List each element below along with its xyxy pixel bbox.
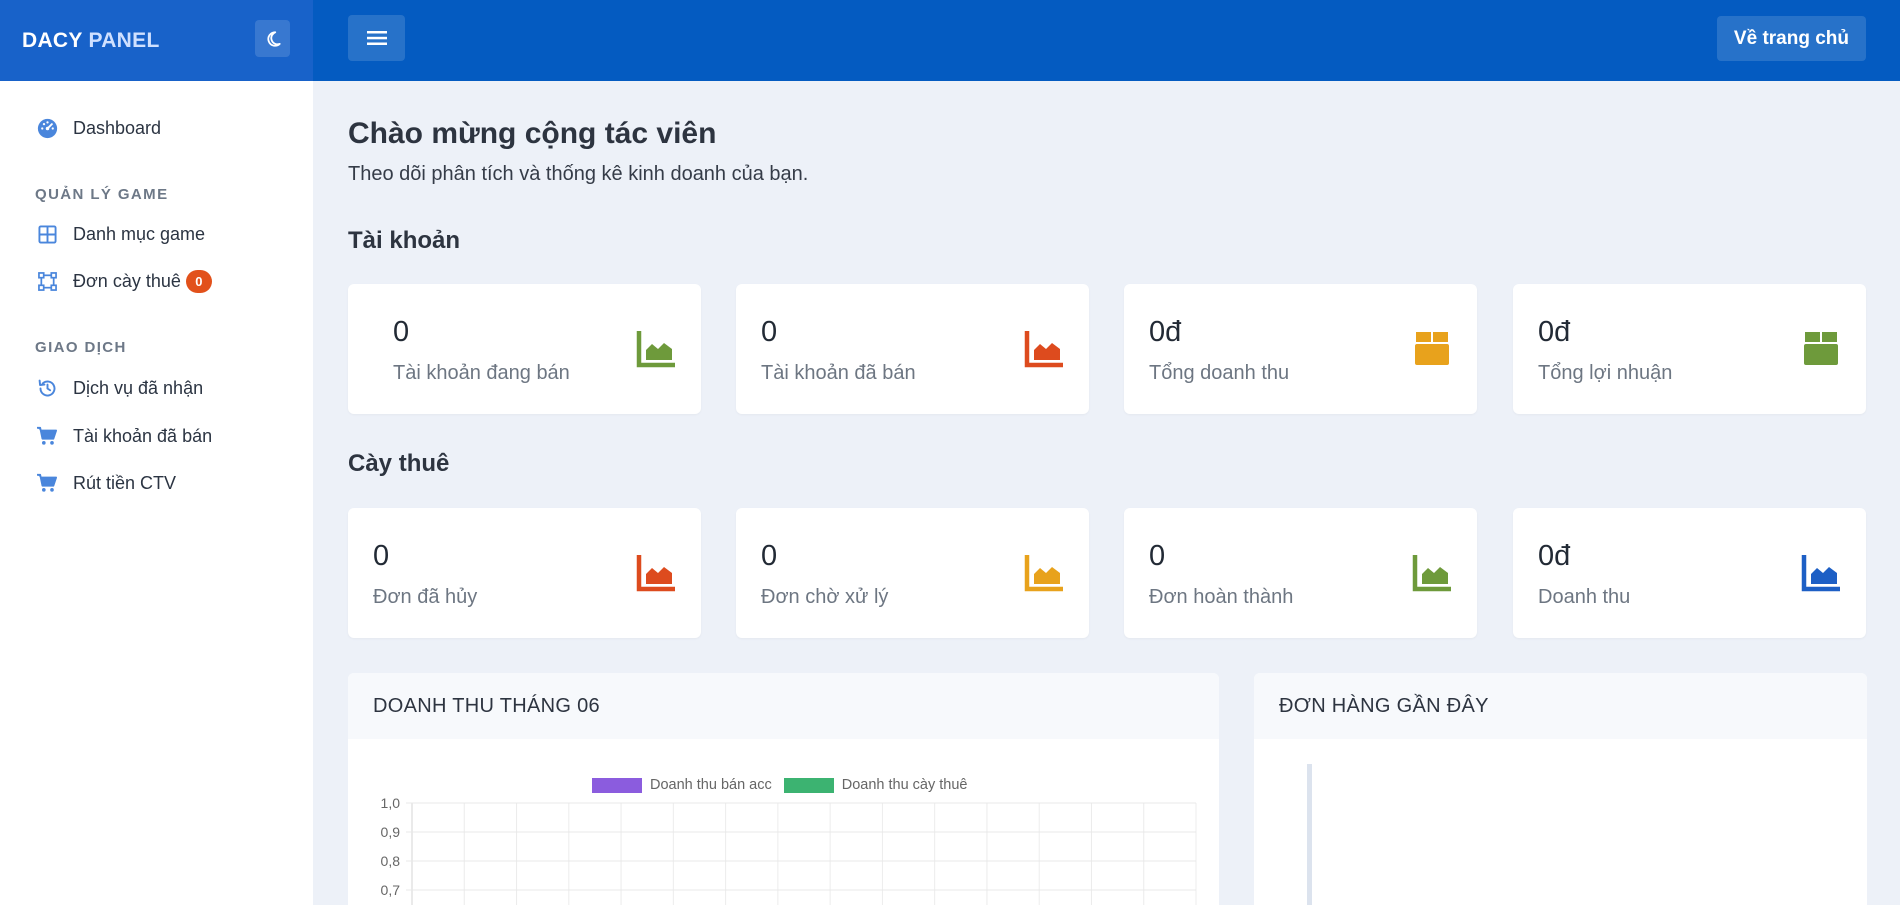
stat-label: Tổng lợi nhuận bbox=[1538, 362, 1673, 384]
sidebar-item-label: Đơn cày thuê bbox=[73, 271, 181, 291]
legend-swatch bbox=[783, 777, 834, 793]
vector-square-icon bbox=[36, 271, 58, 293]
stat-card-orders-pending: 0 Đơn chờ xử lý bbox=[736, 508, 1089, 638]
brand-bar: DACY PANEL bbox=[0, 0, 313, 81]
panel-title: ĐƠN HÀNG GẦN ĐÂY bbox=[1254, 673, 1867, 739]
sidebar-section-transactions: GIAO DỊCH bbox=[35, 339, 127, 356]
boost-section-title: Cày thuê bbox=[348, 450, 450, 477]
stat-value: 0đ bbox=[1538, 316, 1571, 348]
area-chart-icon bbox=[1412, 555, 1451, 592]
sidebar-item-label: Danh mục game bbox=[73, 223, 206, 244]
page-title: Chào mừng cộng tác viên bbox=[348, 117, 717, 150]
theme-toggle-button[interactable] bbox=[255, 20, 290, 57]
sidebar-item-label: Dashboard bbox=[73, 117, 162, 138]
cart-icon bbox=[36, 425, 58, 447]
cart-icon bbox=[36, 472, 58, 494]
grid-icon bbox=[36, 223, 58, 245]
sidebar-item-accounts-sold[interactable]: Tài khoản đã bán bbox=[36, 425, 212, 447]
sidebar-item-dashboard[interactable]: Dashboard bbox=[36, 117, 161, 139]
stat-card-accounts-sold: 0 Tài khoản đã bán bbox=[736, 284, 1089, 414]
y-tick-label: 0,7 bbox=[381, 882, 401, 898]
accounts-section-title: Tài khoản bbox=[348, 227, 461, 254]
legend-label: Doanh thu bán acc bbox=[650, 777, 772, 793]
home-button[interactable]: Về trang chủ bbox=[1716, 16, 1866, 61]
stat-value: 0đ bbox=[1538, 540, 1571, 572]
stat-card-total-revenue: 0đ Tổng doanh thu bbox=[1124, 284, 1477, 414]
legend-swatch bbox=[592, 777, 642, 793]
box-icon bbox=[1804, 332, 1838, 365]
stat-label: Đơn hoàn thành bbox=[1149, 586, 1294, 608]
area-chart-icon bbox=[1801, 555, 1840, 592]
stat-label: Đơn chờ xử lý bbox=[761, 586, 889, 608]
y-tick-label: 0,9 bbox=[381, 824, 401, 840]
stat-value: 0 bbox=[761, 316, 778, 348]
recent-orders-panel: ĐƠN HÀNG GẦN ĐÂY bbox=[1254, 673, 1867, 905]
gauge-icon bbox=[36, 117, 58, 139]
sidebar-item-label: Rút tiền CTV bbox=[73, 472, 177, 493]
revenue-chart-panel: DOANH THU THÁNG 06 Doanh thu bán acc Doa… bbox=[348, 673, 1219, 905]
stat-card-orders-completed: 0 Đơn hoàn thành bbox=[1124, 508, 1477, 638]
brand-logo[interactable]: DACY PANEL bbox=[22, 29, 160, 53]
stat-value: 0 bbox=[761, 540, 778, 572]
stat-label: Tài khoản đã bán bbox=[761, 362, 916, 384]
stat-value: 0 bbox=[373, 540, 390, 572]
panel-title: DOANH THU THÁNG 06 bbox=[348, 673, 1219, 739]
stat-value: 0 bbox=[1149, 540, 1166, 572]
timeline-line bbox=[1307, 764, 1312, 905]
stat-card-accounts-selling: 0 Tài khoản đang bán bbox=[348, 284, 701, 414]
boost-orders-badge: 0 bbox=[185, 270, 212, 293]
history-icon bbox=[36, 377, 58, 399]
stat-card-total-profit: 0đ Tổng lợi nhuận bbox=[1513, 284, 1866, 414]
sidebar-item-label: Dịch vụ đã nhận bbox=[73, 377, 204, 398]
moon-icon bbox=[266, 30, 281, 47]
sidebar-item-withdraw[interactable]: Rút tiền CTV bbox=[36, 472, 176, 494]
y-tick-label: 0,8 bbox=[381, 853, 401, 869]
legend-entry-acc[interactable]: Doanh thu bán acc bbox=[592, 777, 772, 793]
legend-label: Doanh thu cày thuê bbox=[841, 777, 968, 793]
stat-label: Tổng doanh thu bbox=[1149, 362, 1290, 384]
legend-entry-boost[interactable]: Doanh thu cày thuê bbox=[783, 777, 968, 793]
sidebar-item-boost-orders[interactable]: Đơn cày thuê 0 bbox=[36, 270, 212, 293]
area-chart-icon bbox=[636, 555, 675, 592]
stat-card-orders-cancelled: 0 Đơn đã hủy bbox=[348, 508, 701, 638]
stat-value: 0đ bbox=[1149, 316, 1182, 348]
area-chart-icon bbox=[1024, 331, 1063, 368]
menu-toggle-button[interactable] bbox=[348, 15, 405, 61]
box-icon bbox=[1415, 332, 1449, 365]
page-subtitle: Theo dõi phân tích và thống kê kinh doan… bbox=[348, 163, 809, 185]
sidebar-item-game-category[interactable]: Danh mục game bbox=[36, 223, 205, 245]
stat-label: Tài khoản đang bán bbox=[393, 362, 570, 384]
y-tick-label: 1,0 bbox=[381, 795, 401, 811]
chart-legend: Doanh thu bán acc Doanh thu cày thuê bbox=[592, 777, 980, 793]
revenue-chart: 1,0 0,9 0,8 0,7 bbox=[381, 795, 1197, 905]
stat-value: 0 bbox=[393, 316, 410, 348]
top-bar: Về trang chủ bbox=[313, 0, 1900, 81]
stat-label: Đơn đã hủy bbox=[373, 586, 478, 608]
sidebar-item-label: Tài khoản đã bán bbox=[73, 425, 213, 446]
stat-card-boost-revenue: 0đ Doanh thu bbox=[1513, 508, 1866, 638]
hamburger-icon bbox=[366, 31, 387, 45]
area-chart-icon bbox=[636, 331, 675, 368]
sidebar-section-game: QUẢN LÝ GAME bbox=[35, 186, 169, 203]
area-chart-icon bbox=[1024, 555, 1063, 592]
sidebar-item-services-received[interactable]: Dịch vụ đã nhận bbox=[36, 377, 203, 399]
main-content: Chào mừng cộng tác viên Theo dõi phân tí… bbox=[313, 81, 1900, 905]
sidebar: Dashboard QUẢN LÝ GAME Danh mục game Đơn… bbox=[0, 81, 313, 905]
stat-label: Doanh thu bbox=[1538, 586, 1631, 608]
